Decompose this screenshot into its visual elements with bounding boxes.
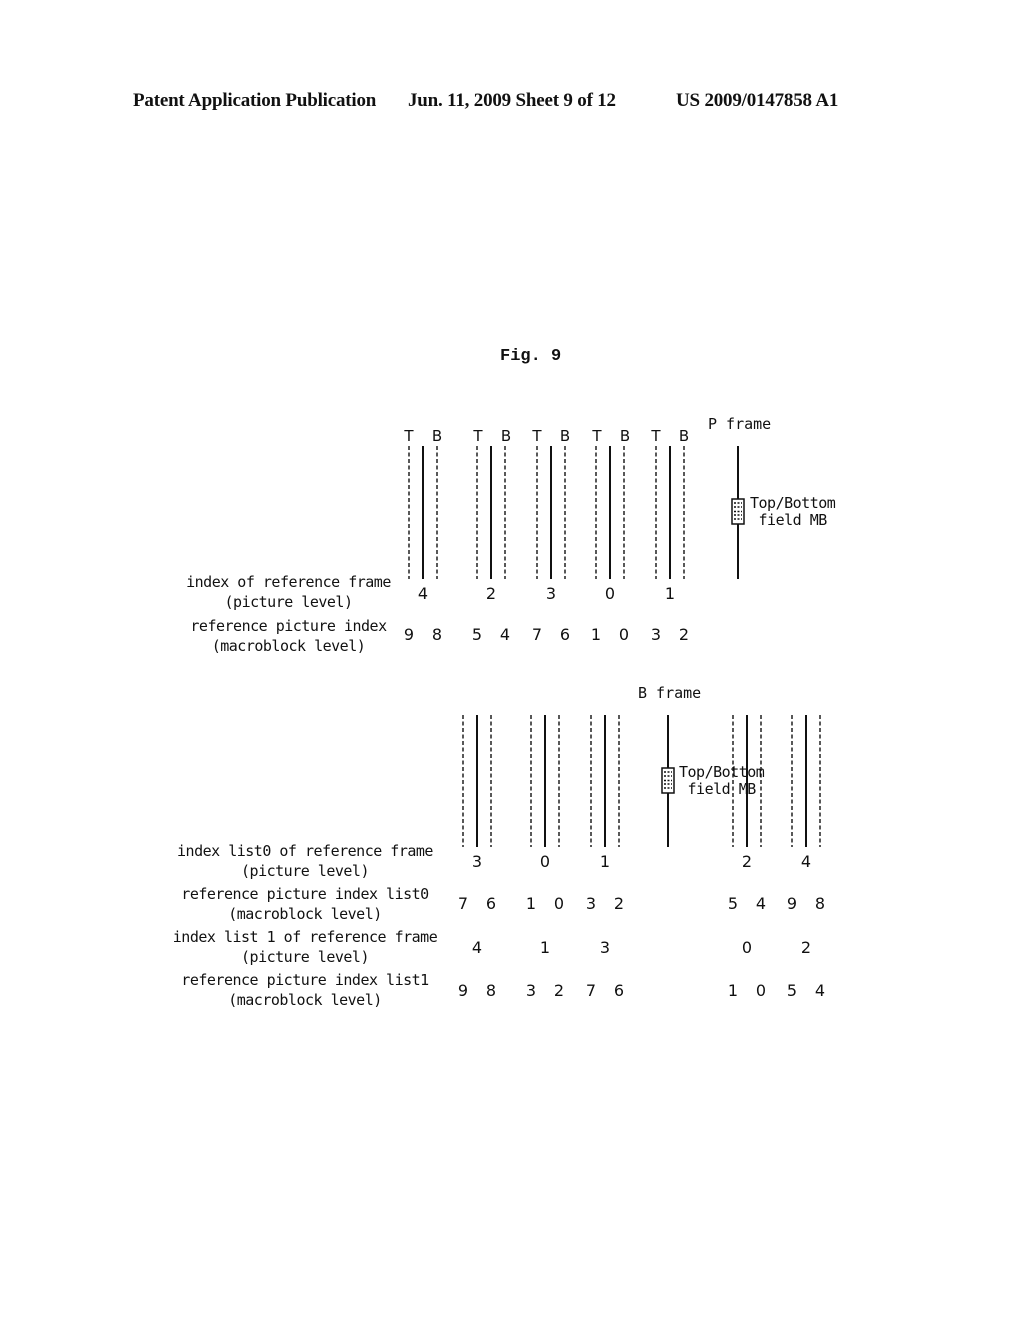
list0-macroblock-index: 5 <box>727 894 739 913</box>
label-line: index list0 of reference frame <box>177 842 433 860</box>
row-label-macroblock-index: reference picture index (macroblock leve… <box>186 616 391 656</box>
list0-macroblock-index: 7 <box>457 894 469 913</box>
list1-picture-index: 3 <box>599 938 611 957</box>
macroblock-level-index: 1 <box>590 625 602 644</box>
macroblock-level-index: 0 <box>618 625 630 644</box>
picture-level-index: 2 <box>485 584 497 603</box>
label-line: (picture level) <box>224 593 353 611</box>
label-line: index list 1 of reference frame <box>172 928 438 946</box>
list1-picture-index: 4 <box>471 938 483 957</box>
macroblock-level-index: 3 <box>650 625 662 644</box>
row-label-list1-picture: index list 1 of reference frame (picture… <box>170 927 440 967</box>
list1-picture-index: 0 <box>741 938 753 957</box>
macroblock-level-index: 8 <box>431 625 443 644</box>
label-line: reference picture index list1 <box>181 971 429 989</box>
label-line: reference picture index <box>190 617 387 635</box>
label-line: (macroblock level) <box>228 905 382 923</box>
list1-macroblock-index: 3 <box>525 981 537 1000</box>
list0-macroblock-index: 8 <box>814 894 826 913</box>
field-label-top: T <box>532 427 542 445</box>
b-frame-mb-label: Top/Bottom field MB <box>679 763 765 798</box>
picture-level-index: 3 <box>545 584 557 603</box>
mb-label-line2: field MB <box>687 780 757 798</box>
p-frame-reference-lines <box>408 446 739 579</box>
macroblock-level-index: 6 <box>559 625 571 644</box>
field-label-top: T <box>473 427 483 445</box>
picture-level-index: 4 <box>417 584 429 603</box>
field-label-bottom: B <box>678 427 690 445</box>
b-frame-label: B frame <box>638 684 702 702</box>
list1-macroblock-index: 1 <box>727 981 739 1000</box>
macroblock-level-index: 5 <box>471 625 483 644</box>
list0-picture-index: 0 <box>539 852 551 871</box>
list0-macroblock-index: 6 <box>485 894 497 913</box>
field-label-bottom: B <box>559 427 571 445</box>
mb-label-line1: Top/Bottom <box>679 763 765 781</box>
macroblock-level-index: 9 <box>403 625 415 644</box>
list0-macroblock-index: 0 <box>553 894 565 913</box>
list1-picture-index: 1 <box>539 938 551 957</box>
list1-macroblock-index: 0 <box>755 981 767 1000</box>
p-frame-label: P frame <box>708 415 772 433</box>
label-line: (picture level) <box>241 948 369 966</box>
field-label-top: T <box>592 427 602 445</box>
list1-macroblock-index: 8 <box>485 981 497 1000</box>
p-frame-mb-icon <box>731 498 745 525</box>
label-line: (picture level) <box>241 862 369 880</box>
figure-diagram <box>408 446 821 847</box>
picture-level-index: 1 <box>664 584 676 603</box>
b-frame-reference-lines <box>462 715 821 847</box>
label-line: reference picture index list0 <box>181 885 429 903</box>
p-frame-mb-label: Top/Bottom field MB <box>750 494 836 529</box>
list1-macroblock-index: 7 <box>585 981 597 1000</box>
row-label-list1-macroblock: reference picture index list1 (macrobloc… <box>170 970 440 1010</box>
label-line: (macroblock level) <box>211 637 366 655</box>
list0-picture-index: 3 <box>471 852 483 871</box>
list0-macroblock-index: 4 <box>755 894 767 913</box>
label-line: (macroblock level) <box>228 991 382 1009</box>
list0-macroblock-index: 3 <box>585 894 597 913</box>
macroblock-level-index: 4 <box>499 625 511 644</box>
b-frame-mb-icon <box>661 767 675 794</box>
row-label-list0-picture: index list0 of reference frame (picture … <box>170 841 440 881</box>
row-label-list0-macroblock: reference picture index list0 (macrobloc… <box>170 884 440 924</box>
list1-picture-index: 2 <box>800 938 812 957</box>
list1-macroblock-index: 9 <box>457 981 469 1000</box>
field-label-bottom: B <box>619 427 631 445</box>
list1-macroblock-index: 4 <box>814 981 826 1000</box>
list0-picture-index: 2 <box>741 852 753 871</box>
field-label-bottom: B <box>500 427 512 445</box>
list0-macroblock-index: 9 <box>786 894 798 913</box>
list0-macroblock-index: 1 <box>525 894 537 913</box>
mb-label-line1: Top/Bottom <box>750 494 836 512</box>
list1-macroblock-index: 2 <box>553 981 565 1000</box>
list0-macroblock-index: 2 <box>613 894 625 913</box>
label-line: index of reference frame <box>186 573 391 591</box>
macroblock-level-index: 7 <box>531 625 543 644</box>
list0-picture-index: 1 <box>599 852 611 871</box>
mb-label-line2: field MB <box>758 511 828 529</box>
field-label-top: T <box>404 427 414 445</box>
picture-level-index: 0 <box>604 584 616 603</box>
list0-picture-index: 4 <box>800 852 812 871</box>
list1-macroblock-index: 5 <box>786 981 798 1000</box>
field-label-top: T <box>651 427 661 445</box>
field-label-bottom: B <box>431 427 443 445</box>
macroblock-level-index: 2 <box>678 625 690 644</box>
row-label-picture-index: index of reference frame (picture level) <box>186 572 391 612</box>
list1-macroblock-index: 6 <box>613 981 625 1000</box>
